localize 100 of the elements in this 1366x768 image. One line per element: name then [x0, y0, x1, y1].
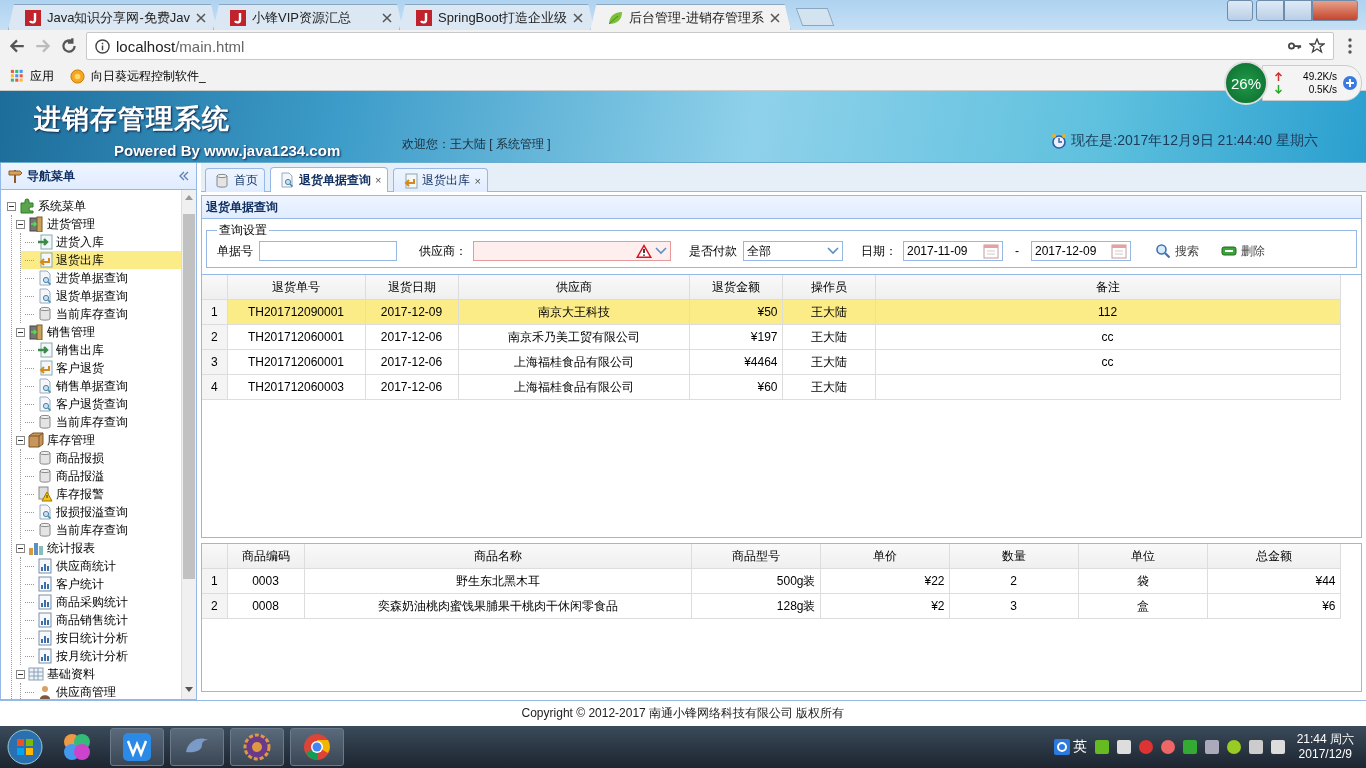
close-icon[interactable] — [769, 12, 780, 23]
collapse-icon[interactable] — [178, 170, 190, 183]
system-clock[interactable]: 21:44 周六 2017/12/9 — [1296, 731, 1354, 762]
column-header[interactable]: 备注 — [875, 275, 1340, 300]
tree-item[interactable]: 客户退货 — [21, 359, 181, 378]
taskbar-app[interactable] — [290, 727, 344, 766]
column-header[interactable]: 商品名称 — [304, 544, 691, 569]
column-header[interactable]: 总金额 — [1207, 544, 1340, 569]
tree-item[interactable]: 销售管理 — [12, 323, 181, 342]
tab-close-button[interactable]: × — [474, 174, 481, 187]
browser-tab[interactable]: SpringBoot打造企业级 — [399, 4, 595, 30]
tree-item[interactable]: 进货单据查询 — [21, 269, 181, 288]
minimize-button[interactable] — [1256, 0, 1284, 21]
tree-item[interactable]: 按月统计分析 — [21, 647, 181, 666]
content-tab[interactable]: 首页 — [205, 168, 265, 193]
scroll-down-icon[interactable] — [185, 687, 193, 694]
browser-tab[interactable]: 后台管理-进销存管理系 — [590, 4, 791, 30]
plus-icon[interactable] — [1342, 75, 1358, 91]
j-logo-icon — [230, 9, 247, 26]
collapse-toggle-icon[interactable] — [16, 219, 25, 229]
date-from-field[interactable]: 2017-11-09 — [903, 241, 1003, 262]
ime-icon[interactable] — [1053, 738, 1070, 755]
tree-item[interactable]: 当前库存查询 — [21, 413, 181, 432]
upload-arrow-icon — [1275, 72, 1282, 81]
collapse-toggle-icon[interactable] — [16, 327, 25, 337]
table-row[interactable]: 3 TH201712060001 2017-12-06 上海福桂食品有限公司 ¥4464 王大陆 cc — [202, 349, 1340, 375]
column-header[interactable]: 数量 — [949, 544, 1078, 569]
bookmark-link[interactable]: 应用 — [30, 67, 54, 85]
table-cell: 2017-12-09 — [365, 299, 458, 325]
taskbar-app[interactable] — [230, 727, 284, 766]
tree-item[interactable]: 商品报溢 — [21, 467, 181, 486]
person-icon — [37, 684, 53, 700]
search-button[interactable]: 搜索 — [1147, 242, 1207, 260]
address-bar[interactable]: localhost/main.html — [86, 32, 1334, 60]
collapse-toggle-icon[interactable] — [16, 543, 25, 553]
reload-icon[interactable] — [60, 37, 78, 55]
star-icon[interactable] — [1309, 38, 1325, 54]
bill-no-field[interactable] — [259, 241, 397, 262]
ime-mode[interactable]: 英 — [1072, 737, 1087, 756]
tray-icon[interactable] — [1270, 739, 1285, 754]
tray-icon[interactable] — [1182, 739, 1197, 754]
tree-item[interactable]: 系统菜单 — [1, 197, 181, 216]
collapse-toggle-icon[interactable] — [7, 201, 16, 211]
tree-item[interactable]: 库存管理 — [12, 431, 181, 450]
tree-item[interactable]: 供应商管理 — [21, 683, 181, 700]
tree-item[interactable]: 客户统计 — [21, 575, 181, 594]
table-row[interactable]: 1 TH201712090001 2017-12-09 南京大王科技 ¥50 王大陆 112 — [202, 299, 1340, 325]
paid-select[interactable]: 全部 — [743, 241, 843, 262]
tray-icon[interactable] — [1248, 739, 1263, 754]
tray-icon[interactable] — [1160, 739, 1175, 754]
content-tab[interactable]: 退货出库 × — [393, 168, 488, 193]
tree-item[interactable]: 销售出库 — [21, 341, 181, 360]
scrollbar[interactable] — [181, 190, 196, 700]
tray-icon[interactable] — [1116, 739, 1131, 754]
collapse-toggle-icon[interactable] — [16, 669, 25, 679]
tray-icon[interactable] — [1094, 739, 1109, 754]
column-header[interactable]: 商品编码 — [227, 544, 304, 569]
restore-button[interactable] — [1284, 0, 1312, 21]
tree-item[interactable]: 统计报表 — [12, 539, 181, 558]
tree-item[interactable]: 当前库存查询 — [21, 521, 181, 540]
start-button[interactable] — [6, 727, 44, 766]
column-header[interactable]: 商品型号 — [691, 544, 820, 569]
taskbar-app[interactable] — [110, 727, 164, 766]
tree-item[interactable]: 按日统计分析 — [21, 629, 181, 648]
column-header[interactable]: 供应商 — [458, 275, 689, 300]
tree-item[interactable]: 库存报警 — [21, 485, 181, 504]
tray-icon[interactable] — [1204, 739, 1219, 754]
column-header[interactable]: 退货日期 — [365, 275, 458, 300]
tree-item[interactable]: 商品采购统计 — [21, 593, 181, 612]
tree-item[interactable]: 报损报溢查询 — [21, 503, 181, 522]
tree-item[interactable]: 退货出库 — [21, 251, 181, 270]
column-header[interactable]: 单位 — [1078, 544, 1207, 569]
bookmark-link[interactable]: 向日葵远程控制软件_ — [91, 67, 206, 85]
back-icon[interactable] — [8, 37, 26, 55]
tree-item[interactable]: 供应商统计 — [21, 557, 181, 576]
content-tab[interactable]: 退货单据查询 × — [270, 167, 389, 193]
column-header[interactable]: 单价 — [820, 544, 949, 569]
tree-item[interactable]: 当前库存查询 — [21, 305, 181, 324]
tree-item[interactable]: 退货单据查询 — [21, 287, 181, 306]
date-to-field[interactable]: 2017-12-09 — [1031, 241, 1131, 262]
close-icon[interactable] — [196, 12, 207, 23]
column-header[interactable]: 操作员 — [782, 275, 875, 300]
delete-button[interactable]: 删除 — [1213, 242, 1273, 260]
tree-item[interactable]: 商品销售统计 — [21, 611, 181, 630]
tree-item[interactable]: 销售单据查询 — [21, 377, 181, 396]
tray-icon[interactable] — [1226, 739, 1241, 754]
table-row[interactable]: 2 TH201712060001 2017-12-06 南京禾乃美工贸有限公司 ¥197 王大陆 cc — [202, 324, 1340, 350]
tree-item[interactable]: 进货入库 — [21, 233, 181, 252]
tree-item[interactable]: 商品报损 — [21, 449, 181, 468]
tab-close-button[interactable]: × — [375, 174, 382, 187]
row-number: 2 — [202, 593, 227, 619]
column-header[interactable]: 退货金额 — [689, 275, 782, 300]
tree-item[interactable]: 客户退货查询 — [21, 395, 181, 414]
tree-item[interactable]: 基础资料 — [12, 665, 181, 684]
column-header[interactable]: 退货单号 — [227, 275, 365, 300]
close-icon[interactable] — [382, 12, 393, 23]
close-icon[interactable] — [573, 12, 584, 23]
collapse-toggle-icon[interactable] — [16, 435, 25, 445]
table-row[interactable]: 4 TH201712060003 2017-12-06 上海福桂食品有限公司 ¥60 王大陆 — [202, 374, 1340, 400]
tree-item[interactable]: 进货管理 — [12, 215, 181, 234]
